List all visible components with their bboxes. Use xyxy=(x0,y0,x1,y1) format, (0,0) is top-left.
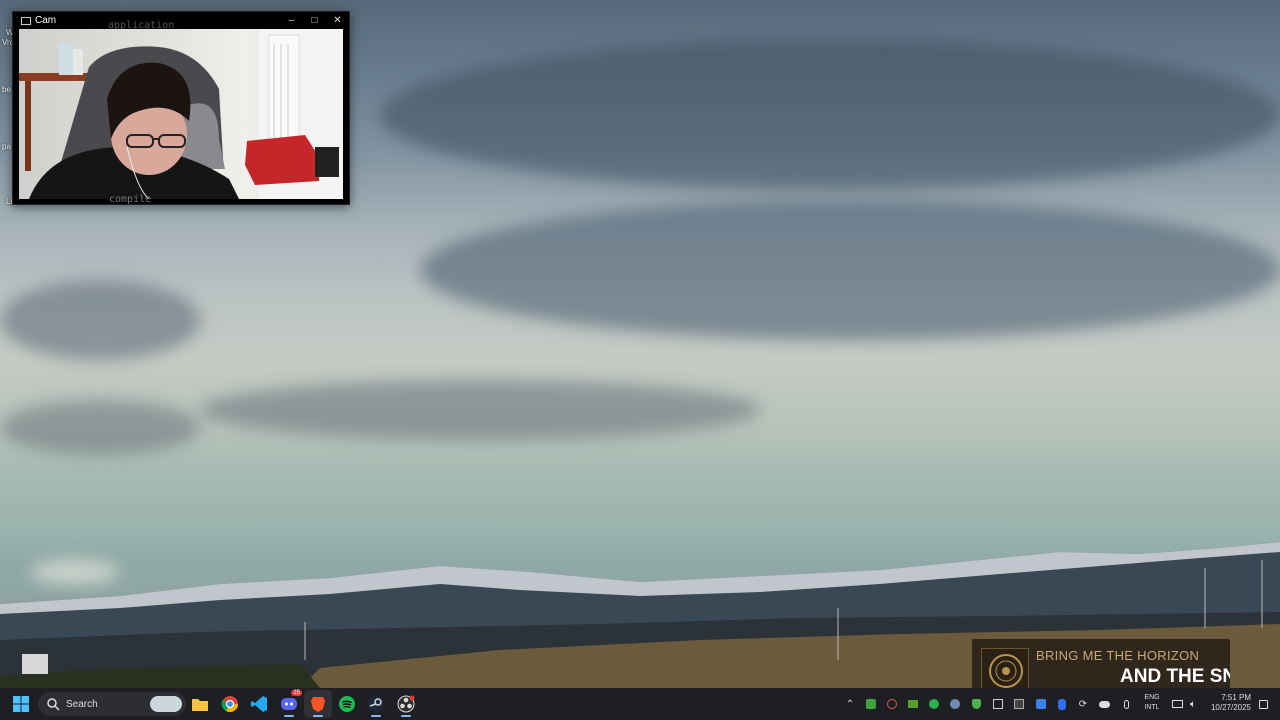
chevron-up-icon[interactable]: ⌃ xyxy=(843,697,857,711)
album-art xyxy=(981,648,1029,691)
ms-store-icon[interactable] xyxy=(1034,697,1048,711)
app-tray-icon[interactable] xyxy=(1012,697,1026,711)
network-icon[interactable] xyxy=(1170,697,1184,711)
vscode-icon xyxy=(251,696,267,712)
taskbar: Search 25 ⌃ ⟳ ENG INTL 🔈︎ 7:51 PM 10/27/… xyxy=(0,688,1280,720)
nvidia-icon[interactable] xyxy=(906,697,920,711)
language-indicator[interactable]: ENG INTL xyxy=(1140,693,1164,713)
bluetooth-icon[interactable] xyxy=(1055,697,1069,711)
taskbar-brave[interactable] xyxy=(304,690,332,718)
bg-window-text: compile xyxy=(109,194,152,205)
discord-icon xyxy=(281,698,297,710)
sync-icon[interactable]: ⟳ xyxy=(1076,697,1090,711)
now-playing-widget[interactable]: BRING ME THE HORIZON AND THE SN xyxy=(972,639,1230,691)
webcam-feed xyxy=(19,29,343,199)
cam-titlebar[interactable]: Cam application – □ ✕ xyxy=(13,12,349,31)
search-box[interactable]: Search xyxy=(38,692,186,716)
keyboard-layout: INTL xyxy=(1144,704,1160,711)
steam-icon xyxy=(368,696,384,712)
webcam-image xyxy=(19,29,343,199)
clock-date: 10/27/2025 xyxy=(1210,703,1251,712)
overwolf-icon[interactable] xyxy=(885,697,899,711)
clock-time: 7:51 PM xyxy=(1221,693,1251,702)
network-activity-icon[interactable] xyxy=(991,697,1005,711)
obs-icon xyxy=(397,695,415,713)
steam-tray-icon[interactable] xyxy=(948,697,962,711)
taskbar-spotify[interactable] xyxy=(333,690,361,718)
taskbar-steam[interactable] xyxy=(362,690,390,718)
microphone-icon[interactable] xyxy=(1119,697,1133,711)
clock[interactable]: 7:51 PM 10/27/2025 xyxy=(1205,693,1251,713)
start-button[interactable] xyxy=(7,690,35,718)
search-highlight-icon xyxy=(150,696,182,712)
now-playing-title: AND THE SN xyxy=(1120,666,1230,687)
window-app-icon xyxy=(21,16,31,25)
notification-icon[interactable] xyxy=(1256,697,1270,711)
shield-icon[interactable] xyxy=(969,697,983,711)
maximize-button[interactable]: □ xyxy=(303,15,326,26)
taskbar-vscode[interactable] xyxy=(245,690,273,718)
green-circle-icon[interactable] xyxy=(927,697,941,711)
taskbar-file-explorer[interactable] xyxy=(186,690,214,718)
taskbar-obs[interactable] xyxy=(392,690,420,718)
cam-window-title: Cam xyxy=(35,15,57,26)
desktop-icon-label[interactable]: pa xyxy=(2,142,11,151)
desktop-icon-label[interactable]: be xyxy=(2,85,11,94)
spotify-icon xyxy=(339,696,355,712)
close-button[interactable]: ✕ xyxy=(326,15,349,26)
taskbar-chrome[interactable] xyxy=(216,690,244,718)
volume-icon[interactable]: 🔈︎ xyxy=(1186,697,1200,711)
folder-icon xyxy=(192,699,208,711)
taskbar-discord[interactable]: 25 xyxy=(275,690,303,718)
chrome-icon xyxy=(221,696,239,713)
language-code: ENG xyxy=(1144,694,1160,701)
brave-icon xyxy=(311,697,325,712)
cam-window[interactable]: Cam application – □ ✕ compile xyxy=(12,11,350,205)
now-playing-artist: BRING ME THE HORIZON xyxy=(1036,648,1200,663)
onedrive-icon[interactable] xyxy=(1097,697,1111,711)
search-placeholder: Search xyxy=(66,698,98,710)
xbox-icon[interactable] xyxy=(864,697,878,711)
discord-badge: 25 xyxy=(291,690,302,696)
search-icon xyxy=(47,698,60,711)
minimize-button[interactable]: – xyxy=(280,15,303,26)
windows-logo-icon xyxy=(13,696,29,712)
